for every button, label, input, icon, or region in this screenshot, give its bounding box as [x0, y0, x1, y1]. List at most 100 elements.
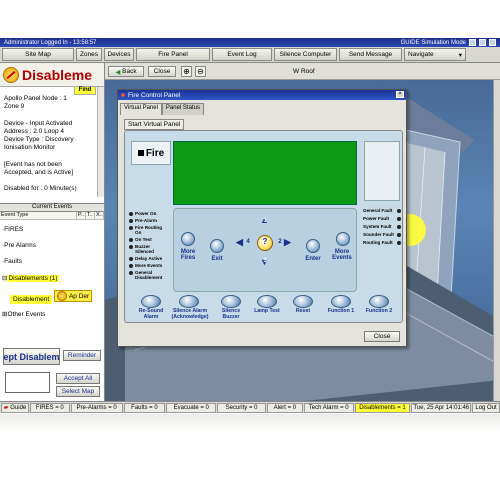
- fire-indicator: Fire: [131, 141, 171, 165]
- status-disablements[interactable]: Disablements = 1: [354, 402, 411, 413]
- back-button[interactable]: ◀ Back: [108, 66, 144, 77]
- navigate-button[interactable]: Navigate ▾: [404, 48, 466, 61]
- events-tree: ·FIRES ·Pre Alarms ·Faults ⊟Disablements…: [0, 220, 104, 334]
- function-2-button[interactable]: [369, 295, 389, 308]
- disablement-header: Disableme Find: [0, 63, 104, 95]
- status-alert[interactable]: Alert = 0: [266, 402, 303, 413]
- more-events-key[interactable]: [336, 232, 350, 246]
- devices-button[interactable]: Devices: [104, 48, 134, 61]
- col-event-type[interactable]: Event Type: [0, 212, 77, 219]
- status-tech-alarm[interactable]: Tech Alarm = 0: [303, 402, 354, 413]
- status-fires[interactable]: FIRES = 0: [29, 402, 70, 413]
- led-indicator: On Test: [129, 237, 167, 242]
- tree-disablement-item[interactable]: Disablement Ap Der: [10, 290, 93, 304]
- silence-alarm-label: Silence Alarm (Acknowledge): [171, 308, 209, 320]
- status-faults[interactable]: Faults = 0: [123, 402, 166, 413]
- back-arrow-icon: ◀: [115, 68, 121, 76]
- led-icon: [129, 211, 133, 216]
- silence-buzzer-label: Silence Buzzer: [221, 308, 241, 320]
- fire-panel-icon: ■: [121, 91, 125, 99]
- resound-alarm-button[interactable]: [141, 295, 161, 308]
- led-indicator: Buzzer Silenced: [129, 244, 167, 254]
- function-1-button[interactable]: [331, 295, 351, 308]
- zoom-out-icon[interactable]: ⊖: [195, 66, 206, 77]
- map-toolbar: ◀ Back Close ⊕ ⊖ W Roof: [105, 63, 500, 80]
- reminder-button[interactable]: Reminder: [63, 350, 101, 361]
- details-scrollbar[interactable]: [97, 87, 104, 197]
- status-pre-alarms[interactable]: Pre-Alarms = 0: [70, 402, 123, 413]
- tree-other-events[interactable]: ⊞Other Events: [2, 310, 45, 318]
- event-detail-line: [Event has not been: [4, 160, 62, 168]
- lamp-test-button[interactable]: [257, 295, 277, 308]
- event-log-button[interactable]: Event Log: [212, 48, 272, 61]
- tree-disablements[interactable]: ⊟Disablements (1): [2, 274, 59, 282]
- map-scrollbar[interactable]: [493, 80, 500, 401]
- led-icon: [129, 244, 133, 249]
- panel-side-box: [364, 141, 400, 201]
- led-label: Sounder Fault: [363, 232, 394, 237]
- dialog-close-icon[interactable]: ×: [396, 91, 404, 98]
- led-indicator: Pre-Alarm: [129, 218, 167, 223]
- status-security[interactable]: Security = 0: [217, 402, 266, 413]
- chevron-down-icon: ▾: [458, 51, 462, 59]
- dialog-title: Fire Control Panel: [127, 91, 181, 99]
- resound-alarm-label: Re-Sound Alarm: [138, 308, 164, 320]
- tree-fires[interactable]: ·FIRES: [2, 226, 23, 233]
- enter-key[interactable]: [306, 239, 320, 253]
- send-message-button[interactable]: Send Message: [339, 48, 402, 61]
- reflection: [0, 414, 500, 434]
- tree-pre-alarms[interactable]: ·Pre Alarms: [2, 242, 36, 249]
- led-icon: [397, 232, 401, 237]
- tree-faults[interactable]: ·Faults: [2, 258, 22, 265]
- zoom-in-icon[interactable]: ⊕: [181, 66, 192, 77]
- col-t[interactable]: T..: [86, 212, 95, 219]
- select-map-button[interactable]: Select Map: [56, 386, 100, 397]
- tab-panel-status[interactable]: Panel Status: [161, 103, 204, 115]
- event-detail-line: Device - Input Activated: [4, 119, 73, 127]
- status-bar: ▰ Guide FIRES = 0 Pre-Alarms = 0 Faults =…: [0, 401, 500, 413]
- col-x[interactable]: X..: [95, 212, 104, 219]
- note-input[interactable]: [5, 372, 50, 393]
- led-indicator: Power On: [129, 211, 167, 216]
- keypad: More Fires Exit ▲ 1 ◀ 4 ? 2 ▶ ▼ 3 Enter …: [173, 208, 357, 292]
- fire-panel-button[interactable]: Fire Panel: [136, 48, 210, 61]
- events-columns: Event Type P.. T.. X..: [0, 212, 104, 220]
- start-virtual-panel-tab[interactable]: Start Virtual Panel: [124, 119, 185, 130]
- dialog-close-button[interactable]: Close: [364, 331, 400, 342]
- map-close-button[interactable]: Close: [148, 66, 176, 77]
- minimize-button[interactable]: [469, 39, 476, 46]
- accept-disablement-button[interactable]: ept Disablem: [3, 348, 60, 365]
- window-close-button[interactable]: [489, 39, 496, 46]
- event-detail-line: Zone 9: [4, 103, 25, 111]
- maximize-button[interactable]: [479, 39, 486, 46]
- silence-alarm-button[interactable]: [179, 295, 199, 308]
- log-out-button[interactable]: Log Out: [472, 402, 500, 413]
- led-indicator: General Disablement: [129, 270, 167, 280]
- title-bar: Administrator Logged In - 13:58:57 GUIDE…: [0, 38, 500, 47]
- title-left: Administrator Logged In - 13:58:57: [4, 39, 97, 46]
- event-detail-line: Apollo Panel Node : 1: [4, 95, 67, 102]
- silence-buzzer-button[interactable]: [221, 295, 241, 308]
- col-p[interactable]: P..: [77, 212, 86, 219]
- silence-computer-button[interactable]: Silence Computer: [274, 48, 337, 61]
- exit-key[interactable]: [210, 239, 224, 253]
- lamp-test-label: Lamp Test: [254, 308, 280, 314]
- ap-det-badge[interactable]: Ap Der: [53, 290, 93, 302]
- led-label: System Fault: [363, 224, 392, 229]
- guide-button[interactable]: ▰ Guide: [1, 402, 29, 413]
- map-title: W Roof: [293, 68, 315, 75]
- left-led-indicators: Power On Pre-Alarm Fire Routing On On Test B…: [129, 211, 167, 282]
- tab-virtual-panel[interactable]: Virtual Panel: [120, 103, 162, 115]
- function-1-label: Function 1: [327, 308, 355, 314]
- more-fires-key[interactable]: [181, 232, 195, 246]
- key-2-right[interactable]: ▶: [284, 237, 291, 248]
- led-label: On Test: [135, 237, 152, 242]
- right-led-indicators: General Fault Power Fault System Fault Soun…: [363, 208, 401, 248]
- accept-all-button[interactable]: Accept All: [56, 373, 100, 384]
- key-4-left[interactable]: ◀: [236, 237, 243, 248]
- zones-button[interactable]: Zones: [76, 48, 102, 61]
- reset-button[interactable]: [293, 295, 313, 308]
- status-evacuate[interactable]: Evacuate = 0: [166, 402, 217, 413]
- event-detail-line: Disabled for : 0 Minute(s): [4, 185, 77, 193]
- site-map-button[interactable]: Site Map: [2, 48, 74, 61]
